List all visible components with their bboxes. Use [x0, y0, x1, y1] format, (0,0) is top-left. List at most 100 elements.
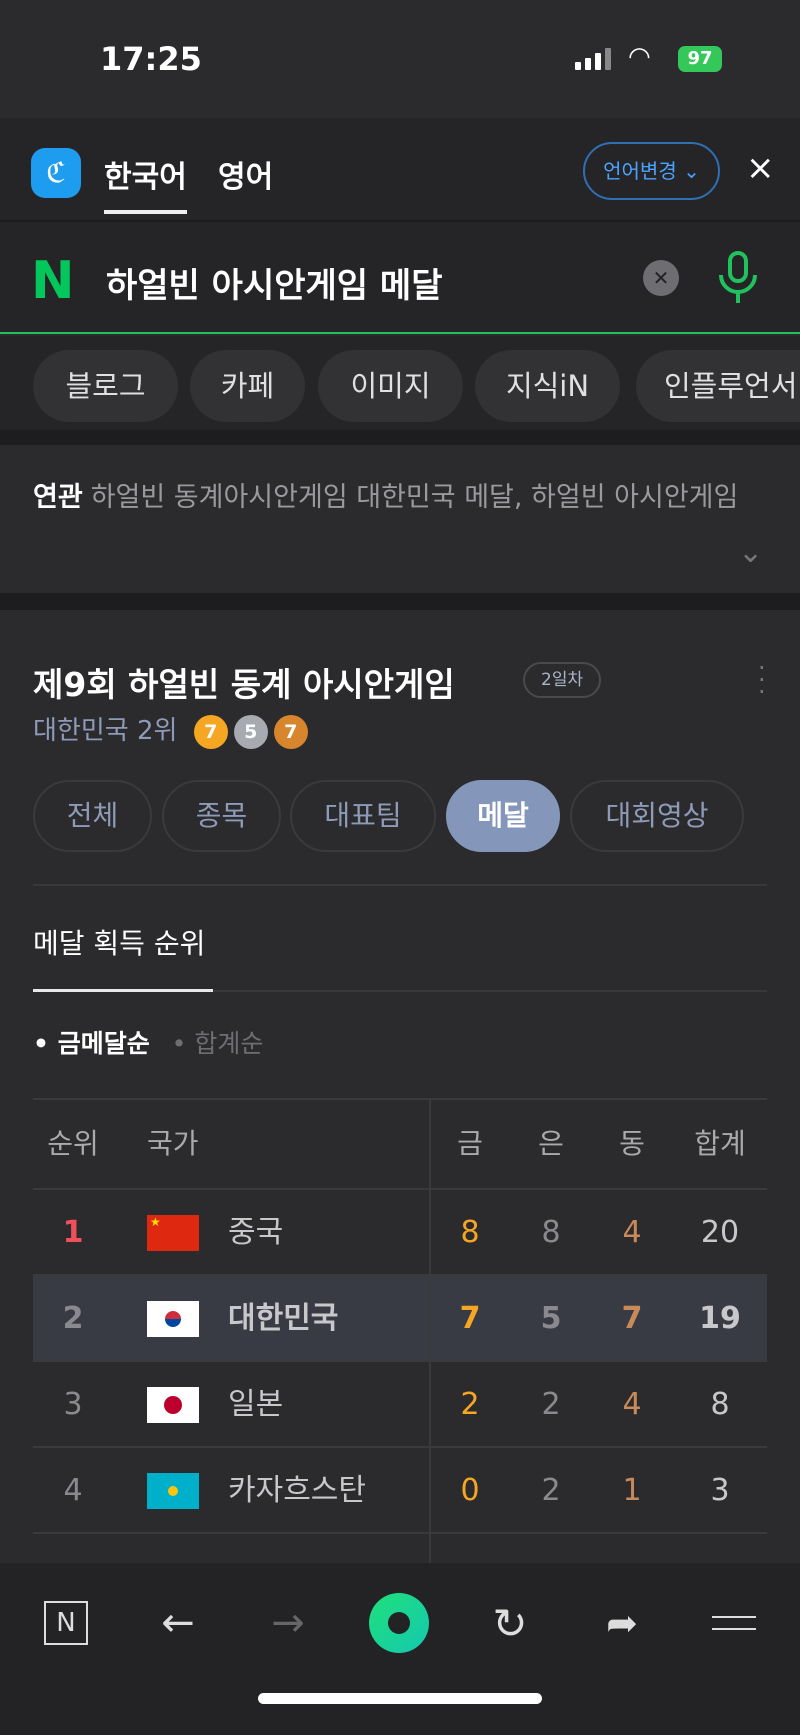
active-underline	[33, 989, 213, 992]
country-name[interactable]: 카자흐스탄	[228, 1448, 366, 1534]
rank: 2	[62, 1301, 84, 1336]
share-icon[interactable]: ➦	[592, 1593, 652, 1653]
clock: 17:25	[100, 40, 202, 78]
related-text[interactable]: 하얼빈 동계아시안게임 대한민국 메달, 하얼빈 아시안게임	[91, 482, 739, 513]
gold-count: 7	[459, 1301, 481, 1336]
header-bronze: 동	[619, 1127, 645, 1160]
total-count: 20	[700, 1215, 740, 1250]
korea-rank-label: 대한민국 2위	[33, 716, 178, 746]
microphone-icon[interactable]	[715, 250, 761, 306]
language-change-button[interactable]: 언어변경 ⌄	[583, 142, 720, 200]
table-row[interactable]: 4 카자흐스탄 0 2 1 3	[33, 1448, 767, 1534]
related-label: 연관	[33, 482, 83, 513]
search-input[interactable]: 하얼빈 아시안게임 메달	[106, 258, 442, 307]
back-arrow-icon[interactable]: ←	[148, 1593, 208, 1653]
forward-arrow-icon[interactable]: →	[258, 1593, 318, 1653]
more-options-icon[interactable]: · · ·	[758, 656, 766, 704]
asian-games-card: 제9회 하얼빈 동계 아시안게임 2일차 · · · 대한민국 2위 757 전체 …	[0, 610, 800, 1574]
tab-medals[interactable]: 메달	[446, 780, 560, 852]
divider	[33, 884, 767, 886]
total-count: 8	[710, 1387, 730, 1422]
bronze-count: 1	[622, 1473, 642, 1508]
tab-korean[interactable]: 한국어	[104, 152, 187, 214]
expand-chevron-icon[interactable]: ⌄	[738, 535, 763, 570]
sort-by-total[interactable]: • 합계순	[172, 1029, 264, 1058]
silver-count: 8	[541, 1215, 561, 1250]
total-count: 3	[710, 1473, 730, 1508]
flag-japan-icon	[147, 1387, 199, 1423]
sort-options: • 금메달순 • 합계순	[33, 1024, 263, 1060]
korea-rank-summary: 대한민국 2위 757	[33, 710, 308, 749]
silver-count: 2	[541, 1473, 561, 1508]
sort-by-gold[interactable]: • 금메달순	[33, 1029, 150, 1058]
tab-videos[interactable]: 대회영상	[570, 780, 744, 852]
battery-icon: 97	[678, 46, 722, 72]
total-count: 19	[699, 1301, 741, 1336]
naver-home-icon[interactable]: N	[36, 1593, 96, 1653]
gold-count: 0	[460, 1473, 480, 1508]
medal-table: 순위 국가 금 은 동 합계 1 ★ 중국 8 8 4 20 2 대한민국 7 …	[33, 1098, 767, 1574]
medal-ranking-title[interactable]: 메달 획득 순위	[33, 922, 205, 962]
silver-count: 5	[540, 1301, 562, 1336]
tab-all[interactable]: 전체	[33, 780, 152, 852]
header-gold: 금	[457, 1127, 483, 1160]
close-button[interactable]: ×	[746, 148, 775, 188]
bronze-medal-count: 7	[273, 714, 308, 749]
flag-china-icon: ★	[147, 1215, 199, 1251]
battery-level: 97	[687, 48, 713, 69]
papago-logo-icon: ℭ	[31, 148, 81, 198]
tab-national-team[interactable]: 대표팀	[290, 780, 436, 852]
home-indicator	[258, 1693, 542, 1704]
bronze-count: 4	[622, 1215, 642, 1250]
green-dot-icon[interactable]	[369, 1593, 429, 1653]
rank: 1	[62, 1215, 84, 1250]
refresh-icon[interactable]: ↻	[480, 1593, 540, 1653]
naver-logo-icon: N	[31, 251, 75, 311]
bronze-count: 4	[622, 1387, 642, 1422]
country-name[interactable]: 일본	[228, 1362, 283, 1448]
translate-header: ℭ 한국어 영어 언어변경 ⌄ ×	[0, 118, 800, 222]
day-badge: 2일차	[523, 662, 602, 698]
search-bar: N 하얼빈 아시안게임 메달 ✕	[0, 222, 800, 334]
search-category-chips: 블로그 카페 이미지 지식iN 인플루언서	[0, 336, 800, 430]
table-row[interactable]: 3 일본 2 2 4 8	[33, 1362, 767, 1448]
card-title[interactable]: 제9회 하얼빈 동계 아시안게임	[33, 658, 455, 706]
country-name[interactable]: 대한민국	[228, 1276, 338, 1362]
chip-blog[interactable]: 블로그	[33, 350, 178, 422]
chip-influencer[interactable]: 인플루언서	[636, 350, 800, 422]
menu-icon[interactable]	[704, 1593, 764, 1653]
clear-search-button[interactable]: ✕	[643, 260, 679, 296]
header-total: 합계	[694, 1127, 746, 1160]
signal-icon	[575, 48, 611, 70]
tab-events[interactable]: 종목	[162, 780, 281, 852]
status-bar: 17:25 ◠ 97	[0, 0, 800, 118]
sort-gold-label: 금메달순	[57, 1029, 150, 1058]
chip-cafe[interactable]: 카페	[190, 350, 305, 422]
tab-english[interactable]: 영어	[218, 152, 273, 196]
section-gap	[0, 430, 800, 445]
chip-knowledge-in[interactable]: 지식iN	[475, 350, 620, 422]
wifi-icon: ◠	[628, 42, 651, 72]
country-name[interactable]: 중국	[228, 1190, 283, 1276]
silver-medal-count: 5	[233, 714, 268, 749]
gold-count: 2	[460, 1387, 480, 1422]
gold-count: 8	[460, 1215, 480, 1250]
table-row[interactable]: 1 ★ 중국 8 8 4 20	[33, 1190, 767, 1276]
header-rank: 순위	[47, 1127, 99, 1160]
chevron-down-icon: ⌄	[683, 159, 700, 183]
table-header-row: 순위 국가 금 은 동 합계	[33, 1100, 767, 1190]
related-searches[interactable]: 연관 하얼빈 동계아시안게임 대한민국 메달, 하얼빈 아시안게임 ⌄	[0, 445, 800, 593]
section-gap	[0, 593, 800, 610]
flag-kazakhstan-icon	[147, 1473, 199, 1509]
chip-image[interactable]: 이미지	[318, 350, 463, 422]
gold-medal-count: 7	[193, 714, 228, 749]
language-change-label: 언어변경	[603, 159, 677, 183]
header-silver: 은	[538, 1127, 564, 1160]
flag-korea-icon	[147, 1301, 199, 1337]
rank: 4	[63, 1473, 83, 1508]
table-row[interactable]: 2 대한민국 7 5 7 19	[33, 1276, 767, 1362]
browser-toolbar: N ← → ↻ ➦	[0, 1563, 800, 1735]
rank: 3	[63, 1387, 83, 1422]
sort-total-label: 합계순	[194, 1029, 264, 1058]
bronze-count: 7	[621, 1301, 643, 1336]
